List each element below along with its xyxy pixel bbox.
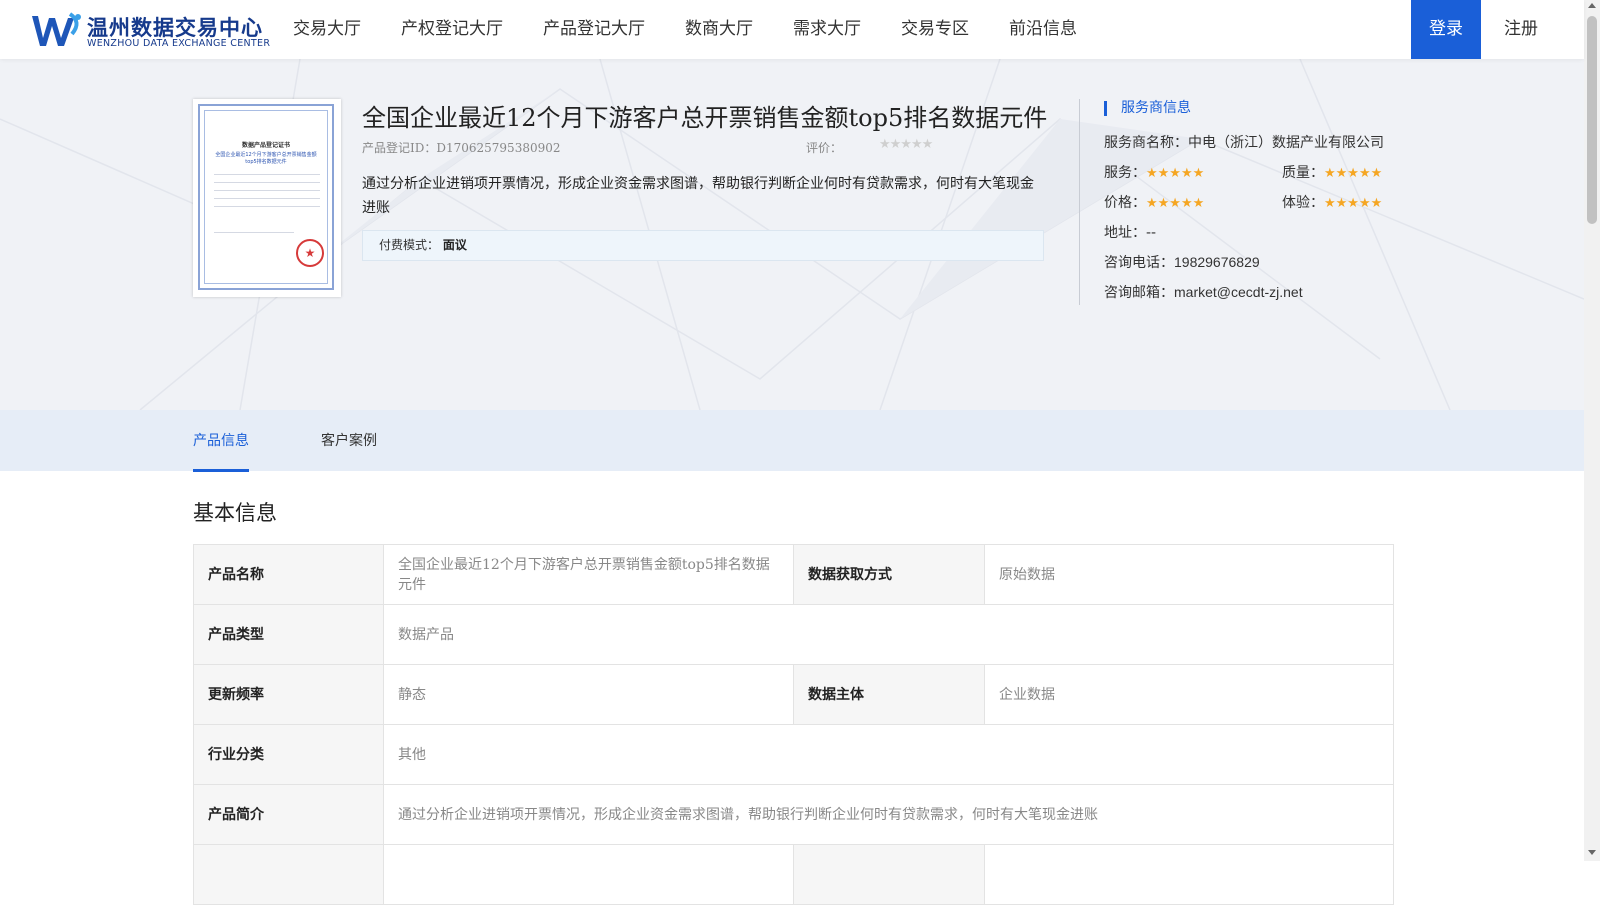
page-scrollbar[interactable] xyxy=(1584,0,1600,861)
acquisition-method-value: 原始数据 xyxy=(984,544,1394,605)
service-rating-stars: ★★★★★ xyxy=(1146,166,1205,181)
address-value: -- xyxy=(1146,225,1157,241)
basic-info-title: 基本信息 xyxy=(193,501,277,525)
quality-rating-stars: ★★★★★ xyxy=(1324,166,1383,181)
site-logo[interactable]: 温州数据交易中心 WENZHOU DATA EXCHANGE CENTER xyxy=(30,10,270,50)
product-name-value: 全国企业最近12个月下游客户总开票销售金额top5排名数据元件 xyxy=(383,544,794,605)
price-rating-row: 价格：★★★★★ xyxy=(1104,192,1204,212)
rating-label: 评价： xyxy=(806,141,843,155)
data-subject-value: 企业数据 xyxy=(984,664,1394,725)
payment-mode-box: 付费模式： 面议 xyxy=(362,230,1044,261)
registration-certificate-image: 数据产品登记证书 全国企业最近12个月下游客户总开票销售金额top5排名数据元件… xyxy=(193,99,341,297)
price-rating-stars: ★★★★★ xyxy=(1146,196,1205,211)
scroll-up-arrow-icon[interactable] xyxy=(1588,3,1596,8)
basic-info-table: 产品名称 全国企业最近12个月下游客户总开票销售金额top5排名数据元件 数据获… xyxy=(193,544,1394,905)
tab-product-info[interactable]: 产品信息 xyxy=(193,430,249,450)
product-title: 全国企业最近12个月下游客户总开票销售金额top5排名数据元件 xyxy=(362,104,1048,132)
product-description: 通过分析企业进销项开票情况，形成企业资金需求图谱，帮助银行判断企业何时有贷款需求… xyxy=(362,176,1034,216)
industry-value: 其他 xyxy=(383,724,1394,785)
table-row: 产品简介 通过分析企业进销项开票情况，形成企业资金需求图谱，帮助银行判断企业何时… xyxy=(193,784,1394,845)
nav-item-product-registration[interactable]: 产品登记大厅 xyxy=(523,0,665,59)
certificate-title: 数据产品登记证书 xyxy=(241,142,290,149)
product-intro-label: 产品简介 xyxy=(193,784,384,845)
product-name-label: 产品名称 xyxy=(193,544,384,605)
product-registration-id: 产品登记ID：D170625795380902 xyxy=(362,141,561,155)
quality-rating-row: 质量：★★★★★ xyxy=(1282,162,1382,182)
tab-customer-cases[interactable]: 客户案例 xyxy=(321,430,377,450)
update-frequency-label: 更新频率 xyxy=(193,664,384,725)
table-row: 产品名称 全国企业最近12个月下游客户总开票销售金额top5排名数据元件 数据获… xyxy=(193,544,1394,605)
product-rating-stars: ★★★★★ xyxy=(879,137,933,152)
nav-item-frontier-info[interactable]: 前沿信息 xyxy=(989,0,1097,59)
nav-item-demand-hall[interactable]: 需求大厅 xyxy=(773,0,881,59)
experience-rating-stars: ★★★★★ xyxy=(1324,196,1383,211)
payment-mode-label: 付费模式： xyxy=(379,238,440,252)
acquisition-method-label: 数据获取方式 xyxy=(793,544,985,605)
logo-mark-icon xyxy=(32,12,81,46)
provider-address-row: 地址：-- xyxy=(1104,222,1156,242)
main-nav: 交易大厅 产权登记大厅 产品登记大厅 数商大厅 需求大厅 交易专区 前沿信息 xyxy=(273,0,1097,59)
provider-name-row: 服务商名称：中电（浙江）数据产业有限公司 xyxy=(1104,132,1384,152)
service-rating-row: 服务：★★★★★ xyxy=(1104,162,1204,182)
product-type-value: 数据产品 xyxy=(383,604,1394,665)
email-value[interactable]: market@cecdt-zj.net xyxy=(1174,284,1303,300)
service-provider-heading: 服务商信息 xyxy=(1104,101,1191,116)
phone-label: 咨询电话： xyxy=(1104,255,1174,271)
nav-item-trading-hall[interactable]: 交易大厅 xyxy=(273,0,381,59)
payment-mode-value: 面议 xyxy=(442,238,467,252)
service-rating-label: 服务： xyxy=(1104,165,1146,181)
login-button[interactable]: 登录 xyxy=(1411,0,1481,59)
active-tab-underline xyxy=(193,469,249,472)
nav-item-data-merchants[interactable]: 数商大厅 xyxy=(665,0,773,59)
register-button[interactable]: 注册 xyxy=(1486,0,1556,59)
scroll-down-arrow-icon[interactable] xyxy=(1588,850,1596,855)
email-label: 咨询邮箱： xyxy=(1104,285,1174,301)
provider-name-value: 中电（浙江）数据产业有限公司 xyxy=(1188,135,1384,151)
industry-label: 行业分类 xyxy=(193,724,384,785)
product-type-label: 产品类型 xyxy=(193,604,384,665)
price-rating-label: 价格： xyxy=(1104,195,1146,211)
nav-item-trading-zone[interactable]: 交易专区 xyxy=(881,0,989,59)
table-row: 更新频率 静态 数据主体 企业数据 xyxy=(193,664,1394,725)
provider-name-label: 服务商名称： xyxy=(1104,135,1188,151)
top-navbar: 温州数据交易中心 WENZHOU DATA EXCHANGE CENTER 交易… xyxy=(0,0,1584,59)
logo-english-text: WENZHOU DATA EXCHANGE CENTER xyxy=(87,38,271,49)
table-row: 产品类型 数据产品 xyxy=(193,604,1394,665)
nav-item-property-registration[interactable]: 产权登记大厅 xyxy=(381,0,523,59)
data-subject-label: 数据主体 xyxy=(793,664,985,725)
provider-email-row: 咨询邮箱：market@cecdt-zj.net xyxy=(1104,282,1303,302)
scrollbar-thumb[interactable] xyxy=(1587,16,1597,224)
hero-divider xyxy=(1079,99,1080,305)
experience-rating-label: 体验： xyxy=(1282,195,1324,211)
phone-value[interactable]: 19829676829 xyxy=(1174,254,1260,270)
address-label: 地址： xyxy=(1104,225,1146,241)
product-intro-value: 通过分析企业进销项开票情况，形成企业资金需求图谱，帮助银行判断企业何时有贷款需求… xyxy=(383,784,1394,845)
certificate-subtitle: 全国企业最近12个月下游客户总开票销售金额top5排名数据元件 xyxy=(215,152,317,165)
red-seal-icon: ★ xyxy=(296,239,324,267)
update-frequency-value: 静态 xyxy=(383,664,794,725)
table-row: 行业分类 其他 xyxy=(193,724,1394,785)
experience-rating-row: 体验：★★★★★ xyxy=(1282,192,1382,212)
table-row xyxy=(193,844,1394,905)
provider-phone-row: 咨询电话：19829676829 xyxy=(1104,252,1260,272)
quality-rating-label: 质量： xyxy=(1282,165,1324,181)
